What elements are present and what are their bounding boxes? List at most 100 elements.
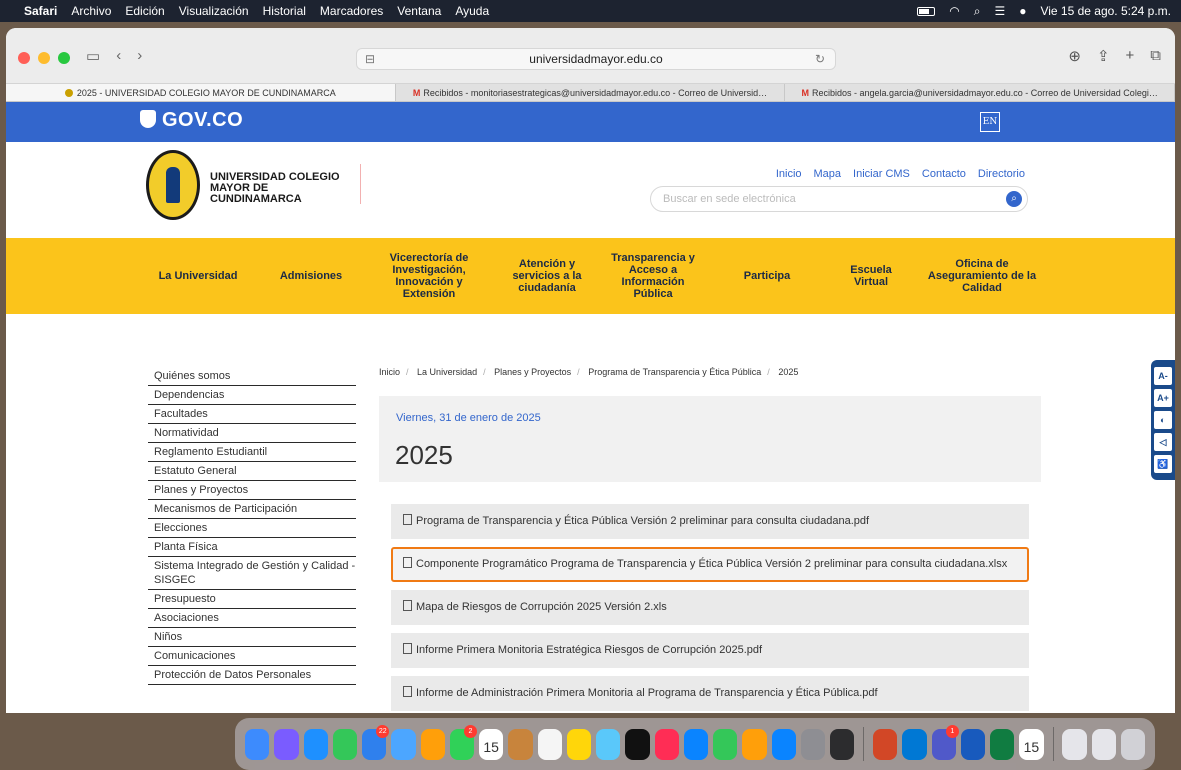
nav-vicerectoria[interactable]: Vicerectoría de Investigación, Innovació… (379, 238, 479, 314)
sidebar-item-sisgec[interactable]: Sistema Integrado de Gestión y Calidad -… (148, 557, 356, 590)
calendar-icon[interactable]: 15 (479, 728, 504, 760)
numbers-icon[interactable] (713, 728, 738, 760)
address-bar[interactable]: ⊟ universidadmayor.edu.co ↻ (356, 48, 836, 70)
notes-icon[interactable] (566, 728, 591, 760)
link-contacto[interactable]: Contacto (922, 168, 966, 180)
site-search-input[interactable]: Buscar en sede electrónica ⌕ (650, 186, 1028, 212)
sidebar-item-reglamento[interactable]: Reglamento Estudiantil (148, 443, 356, 462)
teams-icon[interactable]: 1 (931, 724, 959, 760)
menu-ayuda[interactable]: Ayuda (455, 4, 489, 18)
nav-participa[interactable]: Participa (734, 238, 800, 314)
maps-icon[interactable] (391, 728, 416, 760)
sidebar-item-quienes-somos[interactable]: Quiénes somos (148, 367, 356, 386)
menu-visualizacion[interactable]: Visualización (179, 4, 249, 18)
menu-archivo[interactable]: Archivo (71, 4, 111, 18)
freeform-icon[interactable] (596, 728, 621, 760)
menu-safari[interactable]: Safari (24, 4, 57, 18)
sidebar-item-presupuesto[interactable]: Presupuesto (148, 590, 356, 609)
nav-transparencia[interactable]: Transparencia y Acceso a Información Púb… (602, 238, 704, 314)
share-icon[interactable]: ⇪ (1097, 47, 1110, 65)
contrast-icon[interactable]: ◐ (1154, 411, 1172, 429)
pages-icon[interactable] (742, 728, 767, 760)
contacts-icon[interactable] (508, 728, 533, 760)
link-mapa[interactable]: Mapa (814, 168, 842, 180)
gov-co-logo[interactable]: GOV.CO (140, 109, 243, 132)
document-link[interactable]: Informe Primera Monitoria Estratégica Ri… (391, 633, 1029, 668)
reminders-icon[interactable] (537, 728, 562, 760)
sidebar-item-normatividad[interactable]: Normatividad (148, 424, 356, 443)
document-link-focused[interactable]: Componente Programático Programa de Tran… (391, 547, 1029, 582)
increase-font-button[interactable]: A+ (1154, 389, 1172, 407)
facetime-icon[interactable]: 2 (449, 724, 477, 760)
university-name[interactable]: UNIVERSIDAD COLEGIO MAYOR DE CUNDINAMARC… (210, 172, 350, 205)
tab-universidad[interactable]: 2025 - UNIVERSIDAD COLEGIO MAYOR DE CUND… (6, 84, 396, 101)
sidebar-item-comunicaciones[interactable]: Comunicaciones (148, 647, 356, 666)
breadcrumb-inicio[interactable]: Inicio (379, 367, 400, 377)
launchpad-icon[interactable] (274, 728, 299, 760)
document-link[interactable]: Informe de Administración Primera Monito… (391, 676, 1029, 711)
zoom-window-button[interactable] (58, 52, 70, 64)
battery-icon[interactable] (917, 6, 936, 16)
apple-tv-icon[interactable] (625, 728, 650, 760)
wheelchair-icon[interactable]: ♿ (1154, 455, 1172, 473)
sidebar-item-planes-proyectos[interactable]: Planes y Proyectos (148, 481, 356, 500)
messages-icon[interactable] (332, 728, 357, 760)
safari-icon[interactable] (303, 728, 328, 760)
reload-icon[interactable]: ↻ (815, 49, 825, 69)
breadcrumb-programa[interactable]: Programa de Transparencia y Ética Públic… (588, 367, 761, 377)
breadcrumb-planes-proyectos[interactable]: Planes y Proyectos (494, 367, 571, 377)
tab-gmail-monitorias[interactable]: M Recibidos - monitoriasestrategicas@univ… (396, 84, 786, 101)
keynote-icon[interactable] (683, 728, 708, 760)
sidebar-item-estatuto[interactable]: Estatuto General (148, 462, 356, 481)
menu-historial[interactable]: Historial (263, 4, 306, 18)
sidebar-item-ninos[interactable]: Niños (148, 628, 356, 647)
search-icon[interactable]: ⌕ (1006, 191, 1022, 207)
page-menu-icon[interactable]: ⊟ (365, 49, 375, 69)
nav-admisiones[interactable]: Admisiones (270, 238, 352, 314)
menu-marcadores[interactable]: Marcadores (320, 4, 383, 18)
trash-icon[interactable] (1120, 728, 1146, 760)
iphone-mirroring-icon[interactable] (830, 728, 855, 760)
siri-icon[interactable]: ● (1019, 4, 1026, 18)
document-preview-icon[interactable] (1062, 728, 1087, 760)
decrease-font-button[interactable]: A- (1154, 367, 1172, 385)
sidebar-item-elecciones[interactable]: Elecciones (148, 519, 356, 538)
menu-edicion[interactable]: Edición (125, 4, 164, 18)
minimize-window-button[interactable] (38, 52, 50, 64)
sidebar-item-mecanismos[interactable]: Mecanismos de Participación (148, 500, 356, 519)
spreadsheet-preview-icon[interactable] (1091, 728, 1116, 760)
sidebar-item-dependencias[interactable]: Dependencias (148, 386, 356, 405)
megaphone-icon[interactable]: ◁ (1154, 433, 1172, 451)
calendar-2-icon[interactable]: 15 (1019, 728, 1044, 760)
sidebar-item-planta-fisica[interactable]: Planta Física (148, 538, 356, 557)
powerpoint-icon[interactable] (873, 728, 898, 760)
spotlight-search-icon[interactable]: ⌕ (974, 4, 981, 19)
nav-la-universidad[interactable]: La Universidad (146, 238, 250, 314)
document-link[interactable]: Programa de Transparencia y Ética Públic… (391, 504, 1029, 539)
breadcrumb-la-universidad[interactable]: La Universidad (417, 367, 477, 377)
nav-atencion-ciudadania[interactable]: Atención y servicios a la ciudadanía (504, 238, 590, 314)
english-language-button[interactable]: EN (980, 112, 1000, 132)
photos-icon[interactable] (420, 728, 445, 760)
music-icon[interactable] (654, 728, 679, 760)
university-crest-logo[interactable] (146, 150, 200, 220)
new-tab-icon[interactable]: + (1126, 47, 1135, 65)
back-icon[interactable]: ‹ (116, 47, 121, 65)
mail-icon[interactable]: 22 (362, 724, 390, 760)
downloads-icon[interactable]: ⊕ (1068, 47, 1081, 65)
tab-gmail-angela[interactable]: M Recibidos - angela.garcia@universidadma… (785, 84, 1175, 101)
forward-icon[interactable]: › (137, 47, 142, 65)
menubar-datetime[interactable]: Vie 15 de ago. 5:24 p.m. (1040, 4, 1171, 18)
document-link[interactable]: Mapa de Riesgos de Corrupción 2025 Versi… (391, 590, 1029, 625)
link-directorio[interactable]: Directorio (978, 168, 1025, 180)
control-center-icon[interactable]: ☰ (994, 4, 1005, 18)
finder-2-icon[interactable] (902, 728, 927, 760)
app-store-icon[interactable] (771, 728, 796, 760)
nav-escuela-virtual[interactable]: Escuela Virtual (840, 238, 902, 314)
nav-oficina-calidad[interactable]: Oficina de Aseguramiento de la Calidad (922, 238, 1042, 314)
link-iniciar-cms[interactable]: Iniciar CMS (853, 168, 910, 180)
finder-icon[interactable] (245, 728, 270, 760)
tab-overview-icon[interactable]: ⧉ (1150, 47, 1161, 65)
link-inicio[interactable]: Inicio (776, 168, 802, 180)
close-window-button[interactable] (18, 52, 30, 64)
